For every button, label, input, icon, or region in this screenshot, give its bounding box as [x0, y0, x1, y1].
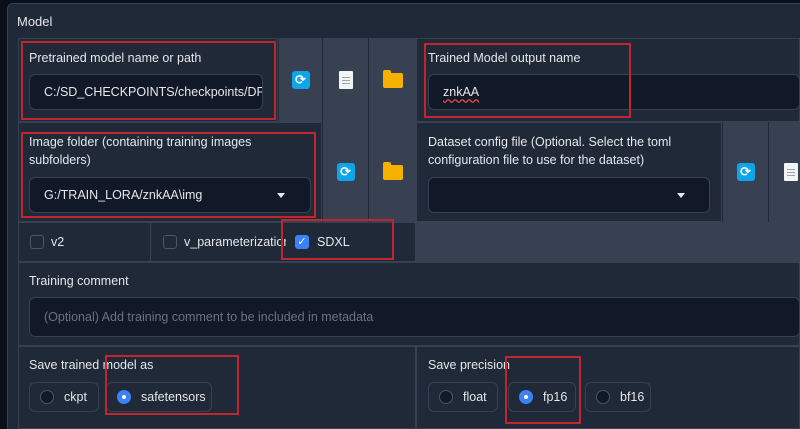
save-precision-label: Save precision [428, 358, 510, 372]
v-parameterization-label: v_parameterization [184, 235, 286, 249]
precision-bf16-option[interactable]: bf16 [585, 382, 651, 412]
highlight-sdxl [281, 219, 394, 260]
radio-bf16[interactable] [596, 390, 610, 404]
chevron-down-icon [677, 193, 685, 198]
checkbox-row-filler [416, 222, 800, 262]
highlight-safetensors [105, 355, 239, 415]
ckpt-label: ckpt [64, 390, 87, 404]
document-icon [784, 163, 798, 181]
training-comment-textarea[interactable]: (Optional) Add training comment to be in… [29, 297, 800, 337]
refresh-icon: ⟳ [291, 71, 310, 89]
pretrained-refresh-button[interactable]: ⟳ [278, 38, 322, 122]
pretrained-file-button[interactable] [322, 38, 368, 122]
pretrained-folder-button[interactable] [368, 38, 416, 122]
highlight-image-folder [21, 132, 316, 218]
dataset-config-dropdown[interactable] [428, 177, 710, 213]
dataset-config-file-button[interactable] [768, 122, 800, 222]
v2-checkbox[interactable] [30, 235, 44, 249]
image-folder-folder-button[interactable] [368, 122, 416, 222]
dataset-config-refresh-button[interactable]: ⟳ [722, 122, 768, 222]
dataset-config-label-line2: configuration file to use for the datase… [428, 153, 645, 167]
checkbox-divider [150, 222, 151, 262]
bf16-label: bf16 [620, 390, 645, 404]
folder-icon [382, 161, 403, 180]
refresh-icon: ⟳ [736, 163, 755, 181]
radio-ckpt[interactable] [40, 390, 54, 404]
float-label: float [463, 390, 487, 404]
folder-icon [382, 69, 403, 88]
dataset-config-label-line1: Dataset config file (Optional. Select th… [428, 135, 672, 149]
training-comment-label: Training comment [29, 274, 129, 288]
radio-float[interactable] [439, 390, 453, 404]
save-as-ckpt-option[interactable]: ckpt [29, 382, 99, 412]
highlight-output-name [424, 43, 631, 118]
highlight-fp16 [505, 356, 581, 424]
image-folder-refresh-button[interactable]: ⟳ [322, 122, 368, 222]
v2-label: v2 [51, 235, 65, 249]
section-title: Model [17, 14, 53, 29]
v-parameterization-checkbox[interactable] [163, 235, 177, 249]
highlight-pretrained [21, 41, 276, 120]
document-icon [338, 71, 353, 89]
precision-float-option[interactable]: float [428, 382, 498, 412]
refresh-icon: ⟳ [336, 163, 355, 181]
